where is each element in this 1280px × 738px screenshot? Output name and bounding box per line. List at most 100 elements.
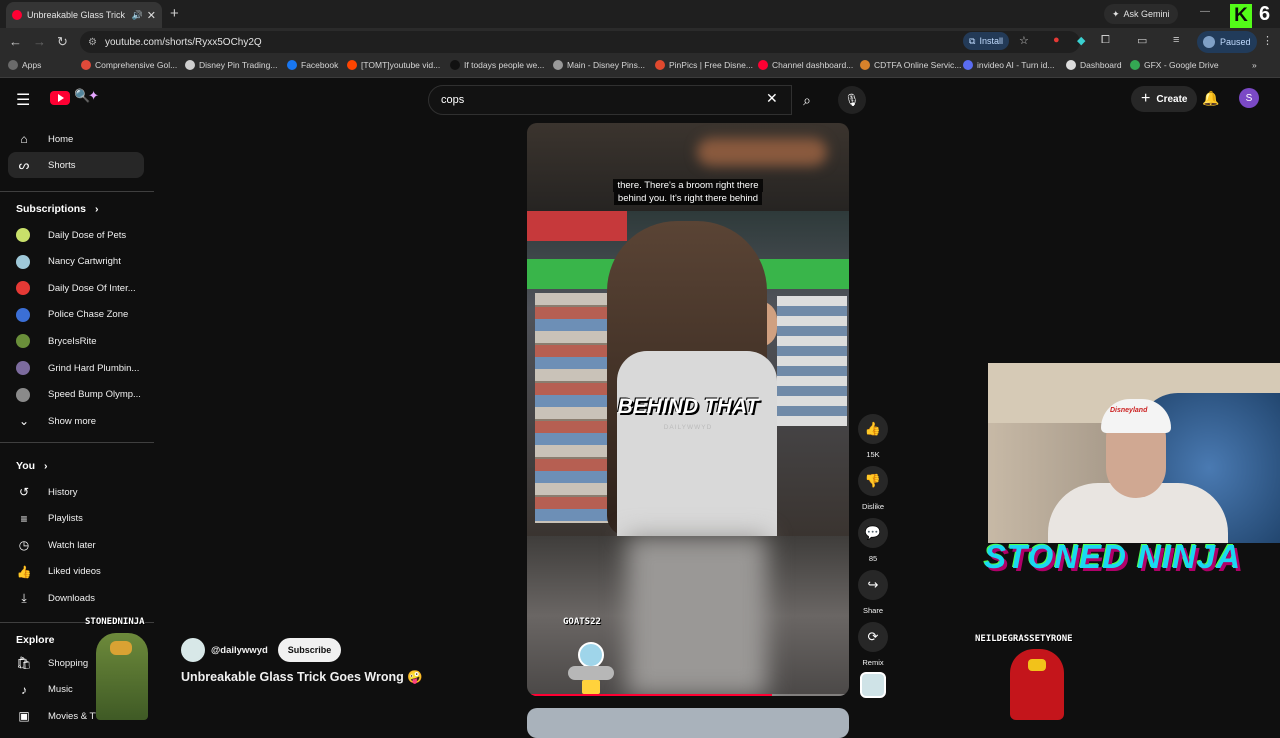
like-icon[interactable]: 👍 (858, 414, 888, 444)
back-icon[interactable]: ← (9, 34, 22, 49)
browser-toolbar: ← → ↻ ⚙ youtube.com/shorts/Ryxx5OChy2Q ⧉… (0, 28, 1280, 56)
sidebar-item-downloads[interactable]: ⤓ Downloads (8, 585, 144, 611)
sidebar-subscription-item[interactable]: Daily Dose Of Inter... (8, 275, 144, 301)
sidebar-item-label: Watch later (48, 539, 96, 551)
sidebar-item-shorts[interactable]: ᔕ Shorts (8, 152, 144, 178)
bookmark-favicon-icon (860, 60, 870, 70)
ask-gemini-button[interactable]: ✦ Ask Gemini (1104, 4, 1178, 24)
bookmark-item[interactable]: PinPics | Free Disne... (655, 60, 753, 70)
install-app-button[interactable]: ⧉ Install (963, 32, 1009, 50)
voice-search-icon[interactable]: 🎙 (838, 86, 866, 114)
sidebar-item-playlists[interactable]: ≡ Playlists (8, 506, 144, 532)
channel-avatar (16, 361, 30, 375)
new-tab-button[interactable]: + (170, 5, 179, 22)
profile-paused-button[interactable]: Paused (1197, 31, 1257, 53)
sidebar-item-history[interactable]: ↺ History (8, 479, 144, 505)
like-action[interactable]: 👍 15K (856, 414, 890, 459)
bookmark-favicon-icon (81, 60, 91, 70)
bookmark-favicon-icon (1066, 60, 1076, 70)
dislike-label: Dislike (861, 502, 885, 511)
video-progress-fill (527, 694, 772, 696)
bookmark-item[interactable]: GFX - Google Drive (1130, 60, 1219, 70)
sidebar-subscription-item[interactable]: BryceIsRite (8, 328, 144, 354)
bookmark-item[interactable]: If todays people we... (450, 60, 544, 70)
sidebar-item-liked-videos[interactable]: 👍 Liked videos (8, 559, 144, 585)
sidebar-subscription-item[interactable]: Daily Dose of Pets (8, 222, 144, 248)
bookmarks-overflow-icon[interactable]: » (1252, 60, 1257, 70)
menu-hamburger-icon[interactable]: ☰ (16, 90, 30, 110)
subscribe-button[interactable]: Subscribe (277, 638, 342, 662)
extension-red-icon[interactable]: ● (1053, 34, 1060, 46)
share-icon[interactable]: ↪ (858, 570, 888, 600)
sidebar-item-home[interactable]: ⌂ Home (8, 126, 144, 152)
sidebar-subscription-item[interactable]: Speed Bump Olymp... (8, 382, 144, 408)
channel-thumbnail[interactable] (860, 672, 886, 698)
bookmark-item[interactable]: Main - Disney Pins... (553, 60, 645, 70)
youtube-doodle-icon[interactable]: 🔍✦ (74, 88, 99, 104)
close-tab-icon[interactable]: ✕ (147, 9, 156, 22)
bookmark-item[interactable]: [TOMT]youtube vid... (347, 60, 440, 70)
reload-icon[interactable]: ↻ (57, 34, 68, 50)
shorts-video-player[interactable]: there. There's a broom right there behind… (527, 123, 849, 696)
bookmark-item[interactable]: Disney Pin Trading... (185, 60, 277, 70)
channel-avatar (16, 334, 30, 349)
bookmark-item[interactable]: Dashboard (1066, 60, 1122, 70)
kick-logo-icon: K (1230, 4, 1252, 28)
bookmark-label: GFX - Google Drive (1144, 60, 1219, 70)
youtube-logo-icon[interactable] (50, 91, 70, 105)
sidepanel-icon[interactable]: ▭ (1137, 34, 1147, 47)
share-action[interactable]: ↪ Share (856, 570, 890, 615)
show-more-button[interactable]: ⌄ Show more (8, 408, 144, 434)
comments-action[interactable]: 💬 85 (856, 518, 890, 563)
bookmark-label: CDTFA Online Servic... (874, 60, 962, 70)
comment-icon[interactable]: 💬 (858, 518, 888, 548)
remix-icon[interactable]: ⟳ (858, 622, 888, 652)
sidebar-item-label: History (48, 486, 78, 498)
scene-blur (627, 536, 767, 696)
you-heading[interactable]: You › (16, 460, 47, 472)
browser-tab-active[interactable]: Unbreakable Glass Trick Go... 🔊 ✕ (6, 2, 162, 28)
bookmark-item[interactable]: Apps (8, 60, 41, 70)
stream-name-tag: NEILDEGRASSETYRONE (975, 634, 1073, 644)
account-avatar[interactable]: S (1239, 88, 1259, 108)
install-label: Install (979, 36, 1003, 46)
address-bar[interactable]: ⚙ youtube.com/shorts/Ryxx5OChy2Q (80, 31, 1080, 53)
media-controls-icon[interactable]: ≡ (1173, 34, 1179, 46)
next-short-preview[interactable] (527, 708, 849, 738)
bookmark-label: invideo AI - Turn id... (977, 60, 1055, 70)
sidebar-subscription-item[interactable]: Police Chase Zone (8, 302, 144, 328)
bookmark-item[interactable]: Facebook (287, 60, 338, 70)
bookmark-item[interactable]: invideo AI - Turn id... (963, 60, 1054, 70)
minimize-icon[interactable]: — (1200, 6, 1210, 17)
sidebar-item-watch-later[interactable]: ◷ Watch later (8, 532, 144, 558)
channel-handle[interactable]: @dailywwyd (211, 645, 268, 656)
sidebar-subscription-item[interactable]: Nancy Cartwright (8, 249, 144, 275)
speaker-icon[interactable]: 🔊 (132, 10, 143, 21)
bookmark-item[interactable]: CDTFA Online Servic... (860, 60, 961, 70)
chevron-right-icon: › (43, 460, 48, 472)
bookmark-star-icon[interactable]: ☆ (1019, 34, 1029, 47)
search-query: cops (441, 94, 465, 106)
dislike-action[interactable]: 👎 Dislike (856, 466, 890, 511)
browser-menu-icon[interactable]: ⋮ (1262, 34, 1273, 47)
create-button[interactable]: + Create (1131, 86, 1198, 112)
bookmark-item[interactable]: Channel dashboard... (758, 60, 853, 70)
search-button[interactable]: ⌕ (792, 85, 822, 115)
channel-avatar[interactable] (181, 638, 205, 662)
forward-icon[interactable]: → (33, 34, 46, 49)
notifications-bell-icon[interactable]: 🔔 (1202, 90, 1219, 107)
extensions-puzzle-icon[interactable]: ⧠ (1101, 34, 1110, 47)
remix-action[interactable]: ⟳ Remix (856, 622, 890, 667)
site-info-icon[interactable]: ⚙ (88, 37, 97, 48)
subscriptions-heading[interactable]: Subscriptions › (16, 203, 98, 215)
extension-teal-icon[interactable]: ◆ (1077, 34, 1085, 47)
sidebar-subscription-item[interactable]: Grind Hard Plumbin... (8, 355, 144, 381)
sidebar-item-label: Show more (48, 415, 97, 427)
sprite-part (582, 680, 600, 694)
profile-avatar (1203, 36, 1215, 48)
dislike-icon[interactable]: 👎 (858, 466, 888, 496)
bookmark-item[interactable]: Comprehensive Gol... (81, 60, 177, 70)
video-title[interactable]: Unbreakable Glass Trick Goes Wrong 🤪 (181, 670, 423, 685)
search-input[interactable]: cops (428, 85, 792, 115)
clear-search-icon[interactable]: ✕ (766, 90, 778, 107)
